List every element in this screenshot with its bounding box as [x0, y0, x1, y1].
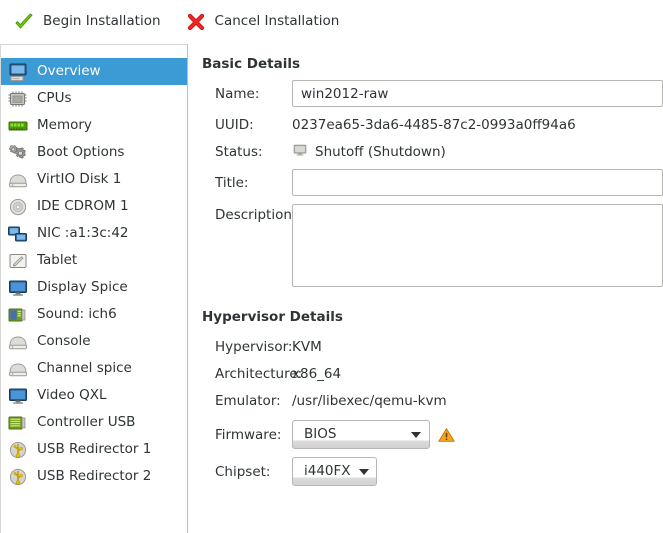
sidebar-item-virtio-disk-1[interactable]: VirtIO Disk 1: [1, 166, 187, 193]
network-card-icon: [7, 224, 29, 244]
cpu-chip-icon: [7, 89, 29, 109]
cancel-installation-button[interactable]: Cancel Installation: [180, 7, 351, 37]
sidebar-item-label: Sound: ich6: [37, 307, 117, 322]
sidebar-item-label: Controller USB: [37, 415, 136, 430]
sidebar-item-usb-redirector-2[interactable]: USB Redirector 2: [1, 463, 187, 490]
hypervisor-details-title: Hypervisor Details: [202, 309, 343, 325]
firmware-dropdown[interactable]: BIOS: [292, 420, 430, 449]
green-check-icon: [13, 12, 35, 32]
details-pane: Basic Details Name: UUID: 0237ea65-3da6-…: [188, 44, 663, 533]
cancel-installation-label: Cancel Installation: [214, 13, 340, 30]
sidebar-item-label: Console: [37, 334, 91, 349]
chipset-row: Chipset: i440FX: [202, 457, 663, 486]
sidebar-item-label: Video QXL: [37, 388, 107, 403]
sidebar-item-label: VirtIO Disk 1: [37, 172, 122, 187]
chevron-down-icon: [359, 468, 369, 475]
chevron-down-icon: [411, 431, 421, 438]
sidebar-item-label: Channel spice: [37, 361, 132, 376]
sound-card-icon: [7, 305, 29, 325]
sidebar-item-overview[interactable]: Overview: [1, 58, 187, 85]
sidebar-item-video-qxl[interactable]: Video QXL: [1, 382, 187, 409]
name-label: Name:: [215, 85, 260, 102]
uuid-row: UUID: 0237ea65-3da6-4485-87c2-0993a0ff94…: [202, 111, 663, 138]
sidebar-item-channel-spice[interactable]: Channel spice: [1, 355, 187, 382]
uuid-value: 0237ea65-3da6-4485-87c2-0993a0ff94a6: [292, 116, 576, 133]
title-input[interactable]: [292, 169, 663, 196]
description-label: Description:: [215, 207, 297, 223]
shutoff-monitor-icon: [292, 143, 308, 161]
chipset-selected-value: i440FX: [304, 462, 351, 479]
controller-card-icon: [7, 413, 29, 433]
title-label: Title:: [215, 174, 249, 191]
firmware-label: Firmware:: [215, 426, 282, 443]
sidebar-item-usb-redirector-1[interactable]: USB Redirector 1: [1, 436, 187, 463]
hypervisor-row: Hypervisor: KVM: [202, 333, 663, 360]
gears-icon: [7, 143, 29, 163]
begin-installation-button[interactable]: Begin Installation: [8, 7, 172, 37]
sidebar-item-memory[interactable]: Memory: [1, 112, 187, 139]
sidebar-item-label: CPUs: [37, 91, 72, 106]
status-row: Status: Shutoff (Shutdown): [202, 138, 663, 165]
usb-redirector-icon: [7, 440, 29, 460]
sidebar-item-cpus[interactable]: CPUs: [1, 85, 187, 112]
begin-installation-label: Begin Installation: [43, 13, 161, 30]
description-textarea[interactable]: [292, 204, 663, 287]
usb-redirector-icon: [7, 467, 29, 487]
status-label: Status:: [215, 143, 263, 160]
sidebar-item-label: Display Spice: [37, 280, 128, 295]
name-input[interactable]: [292, 80, 663, 107]
emulator-label: Emulator:: [215, 392, 281, 409]
firmware-row: Firmware: BIOS: [202, 420, 663, 449]
sidebar-item-controller-usb[interactable]: Controller USB: [1, 409, 187, 436]
hypervisor-value: KVM: [292, 338, 322, 355]
sidebar-item-tablet[interactable]: Tablet: [1, 247, 187, 274]
sidebar-item-console[interactable]: Console: [1, 328, 187, 355]
chipset-label: Chipset:: [215, 463, 271, 480]
status-text: Shutoff (Shutdown): [315, 143, 446, 160]
emulator-row: Emulator: /usr/libexec/qemu-kvm: [202, 387, 663, 414]
name-row: Name:: [202, 80, 663, 107]
sidebar-item-label: Memory: [37, 118, 92, 133]
channel-icon: [7, 359, 29, 379]
red-x-icon: [185, 12, 207, 32]
sidebar-item-ide-cdrom-1[interactable]: IDE CDROM 1: [1, 193, 187, 220]
tablet-pen-icon: [7, 251, 29, 271]
video-monitor-icon: [7, 386, 29, 406]
memory-stick-icon: [7, 116, 29, 136]
chipset-dropdown[interactable]: i440FX: [292, 457, 377, 486]
console-icon: [7, 332, 29, 352]
harddisk-icon: [7, 170, 29, 190]
toolbar: Begin Installation Cancel Installation: [0, 0, 663, 44]
sidebar-item-label: NIC :a1:3c:42: [37, 226, 129, 241]
firmware-selected-value: BIOS: [304, 425, 337, 442]
optical-disc-icon: [7, 197, 29, 217]
computer-icon: [7, 62, 29, 82]
description-row: Description:: [202, 204, 663, 287]
sidebar-item-label: Overview: [37, 64, 101, 79]
sidebar-item-sound[interactable]: Sound: ich6: [1, 301, 187, 328]
sidebar-item-label: Boot Options: [37, 145, 125, 160]
sidebar-item-boot-options[interactable]: Boot Options: [1, 139, 187, 166]
emulator-value: /usr/libexec/qemu-kvm: [292, 392, 447, 409]
hardware-list: Overview CPUs Memory Boot Options VirtIO…: [0, 44, 188, 533]
architecture-row: Architecture: x86_64: [202, 360, 663, 387]
uuid-label: UUID:: [215, 116, 254, 133]
main-split: Overview CPUs Memory Boot Options VirtIO…: [0, 44, 663, 533]
display-monitor-icon: [7, 278, 29, 298]
sidebar-item-display-spice[interactable]: Display Spice: [1, 274, 187, 301]
architecture-label: Architecture:: [215, 365, 303, 382]
sidebar-item-label: USB Redirector 1: [37, 442, 152, 457]
architecture-value: x86_64: [292, 365, 342, 382]
sidebar-item-nic[interactable]: NIC :a1:3c:42: [1, 220, 187, 247]
warning-triangle-icon: [438, 427, 455, 443]
sidebar-item-label: Tablet: [37, 253, 78, 268]
sidebar-item-label: IDE CDROM 1: [37, 199, 129, 214]
title-row: Title:: [202, 169, 663, 196]
basic-details-title: Basic Details: [202, 56, 300, 72]
hypervisor-label: Hypervisor:: [215, 338, 293, 355]
sidebar-item-label: USB Redirector 2: [37, 469, 152, 484]
